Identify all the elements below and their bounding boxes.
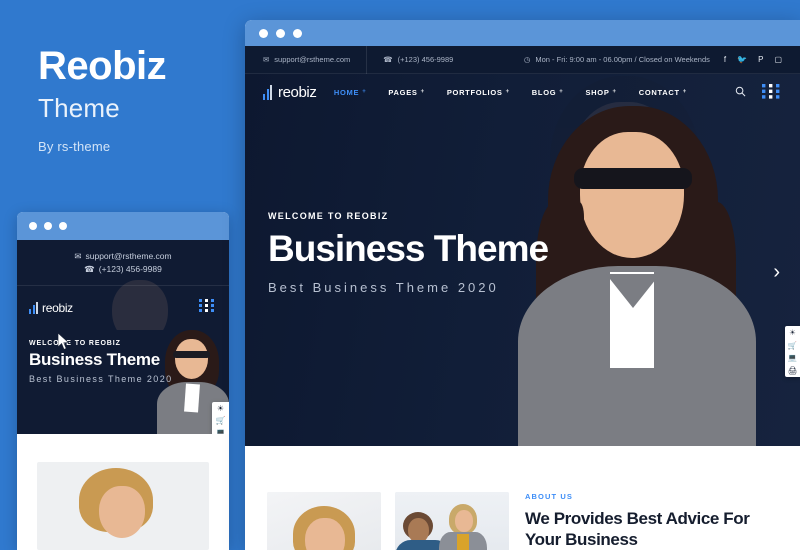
dot-grid-menu-icon[interactable] (762, 83, 782, 101)
browser-window: WELCOME TO REOBIZ Business Theme Best Bu… (245, 20, 800, 550)
dot-grid-menu-icon[interactable] (199, 298, 217, 318)
logo-text: reobiz (278, 83, 317, 101)
window-minimize-button[interactable] (276, 28, 285, 38)
instagram-icon[interactable]: ▢ (774, 55, 782, 64)
topbar-phone[interactable]: ☎ (+123) 456-9989 (383, 55, 453, 64)
bar-chart-icon (263, 84, 272, 100)
topbar-email[interactable]: ✉ support@rstheme.com (263, 55, 350, 64)
about-photo-1 (267, 492, 381, 550)
about-label: ABOUT US (525, 492, 573, 501)
nav-menu: HOME + PAGES + PORTFOLIOS + BLOG + SHOP … (334, 83, 782, 101)
nav-tools (735, 83, 782, 101)
about-photo-2 (395, 492, 509, 550)
window-maximize-button[interactable] (293, 28, 302, 38)
nav-item-portfolios[interactable]: PORTFOLIOS + (447, 88, 510, 97)
main-navbar: reobiz HOME + PAGES + PORTFOLIOS + BLOG … (245, 74, 800, 110)
mobile-hero-subtitle: Best Business Theme 2020 (29, 374, 173, 384)
window-close-button[interactable] (259, 28, 268, 38)
topbar-hours: ◷ Mon - Fri: 9:00 am - 06.00pm / Closed … (523, 55, 710, 64)
window-dot-minimize[interactable] (44, 222, 52, 230)
mobile-hero: WELCOME TO REOBIZ Business Theme Best Bu… (17, 330, 229, 434)
mobile-hero-title: Business Theme (29, 350, 160, 369)
hero-person-photo (510, 106, 765, 446)
pinterest-icon[interactable]: P (758, 55, 763, 64)
social-links: f 🐦 P ▢ (724, 55, 782, 64)
envelope-icon: ✉ (74, 250, 82, 261)
brand-block: Reobiz Theme By rs-theme (38, 44, 167, 154)
page-title: Reobiz (38, 44, 167, 88)
about-section: ABOUT US We Provides Best Advice For You… (245, 446, 800, 550)
mobile-logo[interactable]: reobiz (29, 301, 73, 315)
laptop-icon[interactable]: 💻 (788, 354, 797, 362)
promo-panel: Reobiz Theme By rs-theme ✉ support@rsthe… (0, 0, 245, 550)
about-images (267, 472, 509, 550)
window-dot-close[interactable] (29, 222, 37, 230)
facebook-icon[interactable]: f (724, 55, 726, 64)
phone-icon: ☎ (383, 55, 393, 64)
hero-content: WELCOME TO REOBIZ Business Theme Best Bu… (268, 211, 549, 295)
globe-icon[interactable]: ☀ (217, 405, 224, 413)
mobile-about-section (17, 434, 229, 550)
mouse-cursor (58, 333, 70, 350)
site-logo[interactable]: reobiz (263, 83, 317, 101)
brand-author: By rs-theme (38, 139, 111, 154)
twitter-icon[interactable]: 🐦 (737, 55, 747, 64)
nav-item-home[interactable]: HOME + (334, 88, 367, 97)
mobile-side-toolbar: ☀ 🛒 💻 🖨 (212, 402, 229, 434)
bar-chart-icon (29, 302, 38, 314)
divider (366, 45, 368, 74)
cart-icon[interactable]: 🛒 (216, 417, 226, 425)
search-icon[interactable] (735, 86, 746, 99)
slider-next-button[interactable]: › (773, 262, 780, 282)
side-toolbar: ☀ 🛒 💻 🖨 (785, 326, 800, 377)
mobile-preview-card: ✉ support@rstheme.com ☎ (+123) 456-9989 … (17, 212, 229, 550)
printer-icon[interactable]: 🖨 (788, 366, 798, 375)
chevron-plus-icon: + (559, 89, 564, 95)
cart-icon[interactable]: 🛒 (788, 341, 797, 350)
globe-icon[interactable]: ☀ (789, 329, 796, 337)
hero-title: Business Theme (268, 228, 549, 269)
about-text: ABOUT US We Provides Best Advice For You… (525, 472, 782, 550)
about-title: We Provides Best Advice For Your Busines… (525, 509, 750, 550)
mobile-phone[interactable]: ☎ (+123) 456-9989 (84, 264, 162, 275)
hero-subtitle: Best Business Theme 2020 (268, 280, 499, 295)
hero-eyebrow: WELCOME TO REOBIZ (268, 211, 389, 221)
nav-item-contact[interactable]: CONTACT + (639, 88, 687, 97)
laptop-icon[interactable]: 💻 (216, 429, 226, 435)
envelope-icon: ✉ (263, 55, 270, 64)
mobile-topbar: ✉ support@rstheme.com ☎ (+123) 456-9989 (17, 240, 229, 286)
nav-item-blog[interactable]: BLOG + (532, 88, 564, 97)
mobile-logo-text: reobiz (42, 301, 73, 315)
chevron-plus-icon: + (505, 89, 510, 95)
clock-icon: ◷ (523, 55, 531, 64)
mobile-navbar: reobiz (17, 280, 229, 344)
chevron-plus-icon: + (362, 89, 367, 95)
top-info-bar: ✉ support@rstheme.com ☎ (+123) 456-9989 … (245, 45, 800, 74)
phone-icon: ☎ (84, 263, 95, 274)
nav-item-shop[interactable]: SHOP + (585, 88, 616, 97)
browser-titlebar (245, 20, 800, 46)
mobile-titlebar (17, 212, 229, 240)
chevron-plus-icon: + (420, 89, 425, 95)
mobile-about-photo (37, 462, 209, 550)
window-dot-maximize[interactable] (59, 222, 67, 230)
chevron-plus-icon: + (682, 89, 687, 95)
nav-item-pages[interactable]: PAGES + (388, 88, 424, 97)
chevron-plus-icon: + (612, 89, 617, 95)
brand-subtitle: Theme (38, 93, 120, 123)
mobile-email[interactable]: ✉ support@rstheme.com (74, 251, 171, 262)
